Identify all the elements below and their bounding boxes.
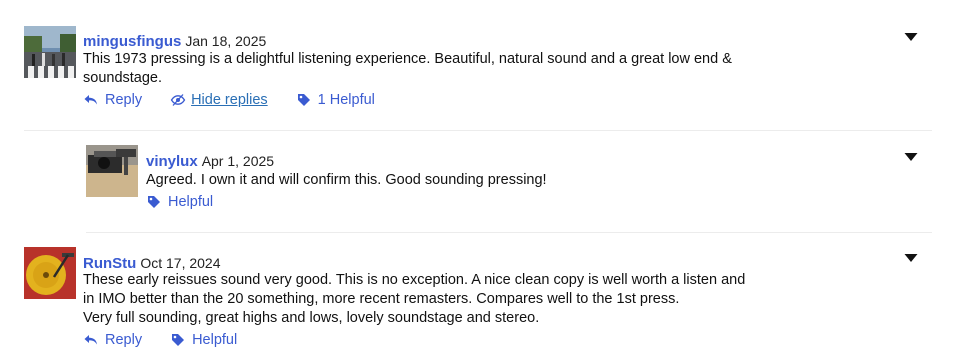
comment-body: This 1973 pressing is a delightful liste… (83, 50, 763, 88)
helpful-label: Helpful (192, 332, 238, 348)
reply-button[interactable]: Reply (83, 332, 142, 348)
reply-label: Reply (105, 92, 143, 108)
tag-icon (170, 332, 186, 348)
comment-date: Oct 17, 2024 (140, 255, 221, 271)
helpful-button[interactable]: Helpful (146, 194, 213, 210)
hide-replies-button[interactable]: Hide replies (170, 92, 268, 108)
reply-arrow-icon (83, 332, 99, 348)
comment-line: in IMO better than the 20 something, mor… (83, 291, 680, 307)
username-link[interactable]: mingusfingus (83, 33, 181, 50)
comment-line: soundstage. (83, 70, 163, 86)
avatar[interactable] (24, 247, 76, 299)
eye-slash-icon (170, 92, 186, 108)
reply-label: Reply (105, 332, 143, 348)
helpful-button[interactable]: 1 Helpful (296, 92, 375, 108)
helpful-label: 1 Helpful (317, 92, 375, 108)
comment-menu-button[interactable] (904, 32, 918, 42)
hide-replies-label: Hide replies (191, 92, 268, 108)
tag-icon (146, 194, 162, 210)
comment-header: mingusfingus Jan 18, 2025 (83, 32, 266, 51)
comment-header: vinylux Apr 1, 2025 (146, 152, 274, 171)
comment-menu-button[interactable] (904, 152, 918, 162)
helpful-button[interactable]: Helpful (170, 332, 237, 348)
helpful-label: Helpful (168, 194, 214, 210)
caret-down-icon (904, 153, 918, 161)
reply-arrow-icon (83, 92, 99, 108)
comment-line: Agreed. I own it and will confirm this. … (146, 172, 547, 188)
comment-date: Jan 18, 2025 (185, 33, 267, 49)
reply-button[interactable]: Reply (83, 92, 142, 108)
username-link[interactable]: vinylux (146, 153, 198, 170)
comment-line: These early reissues sound very good. Th… (83, 272, 746, 288)
comment-actions: Reply Hide replies 1 Helpful (83, 92, 403, 108)
caret-down-icon (904, 33, 918, 41)
comment-actions: Reply Helpful (83, 332, 265, 348)
comment-date: Apr 1, 2025 (201, 153, 275, 169)
comment-body: These early reissues sound very good. Th… (83, 271, 763, 328)
divider (24, 130, 932, 131)
comment-body: Agreed. I own it and will confirm this. … (146, 171, 826, 190)
caret-down-icon (904, 254, 918, 262)
divider (86, 232, 932, 233)
avatar[interactable] (86, 145, 138, 197)
avatar[interactable] (24, 26, 76, 78)
comment-actions: Helpful (146, 194, 241, 210)
tag-icon (296, 92, 312, 108)
comment-line: This 1973 pressing is a delightful liste… (83, 51, 732, 67)
comment-line: Very full sounding, great highs and lows… (83, 310, 540, 326)
comment-menu-button[interactable] (904, 253, 918, 263)
username-link[interactable]: RunStu (83, 255, 136, 272)
